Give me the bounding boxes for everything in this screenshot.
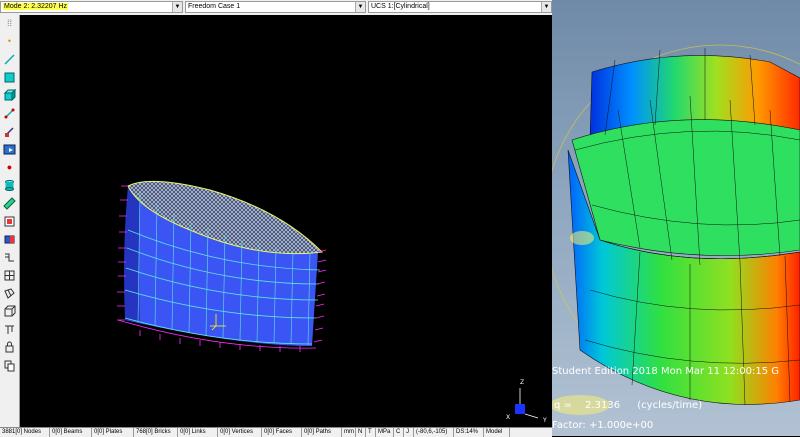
beam-arrow-icon[interactable] bbox=[3, 125, 16, 138]
axis-x-label: X bbox=[506, 414, 511, 421]
node-lock-icon[interactable] bbox=[3, 341, 16, 354]
frequency-unit: (cycles/time) bbox=[637, 400, 703, 411]
restraint-icon[interactable] bbox=[3, 233, 16, 246]
subdivide-icon[interactable] bbox=[3, 251, 16, 264]
tools-icon[interactable] bbox=[3, 323, 16, 336]
frequency-value: 2.3136 bbox=[585, 400, 621, 411]
result-selector-bar: Mode 2: 2.32207 Hz ▼ Freedom Case 1 ▼ UC… bbox=[0, 0, 552, 16]
chevron-down-icon[interactable]: ▼ bbox=[355, 2, 365, 12]
grid-frame-icon[interactable] bbox=[3, 269, 16, 282]
axis-triad-box bbox=[515, 404, 525, 414]
attribute-icon[interactable] bbox=[3, 143, 16, 156]
chevron-down-icon[interactable]: ▼ bbox=[541, 2, 551, 12]
copy-icon[interactable] bbox=[3, 359, 16, 372]
ucs-value: UCS 1:[Cylindrical] bbox=[371, 3, 430, 10]
freedom-case-value: Freedom Case 1 bbox=[188, 3, 241, 10]
strand7-window: Mode 2: 2.32207 Hz ▼ Freedom Case 1 ▼ UC… bbox=[0, 0, 552, 437]
axis-z-label: Z bbox=[520, 379, 525, 386]
node-icon[interactable]: ● bbox=[3, 161, 16, 174]
load-icon[interactable] bbox=[3, 215, 16, 228]
axis-y-label: Y bbox=[543, 417, 547, 424]
plate-icon[interactable] bbox=[3, 71, 16, 84]
mode-dropdown-value: Mode 2: 2.32207 Hz bbox=[3, 3, 69, 10]
model-viewport[interactable]: Z X Y bbox=[20, 15, 552, 427]
solid-mesh-icon[interactable] bbox=[3, 305, 16, 318]
line-icon[interactable] bbox=[3, 53, 16, 66]
chevron-down-icon[interactable]: ▼ bbox=[172, 2, 182, 12]
abaqus-viewport: Student Edition 2018 Mon Mar 11 12:00:15… bbox=[552, 0, 800, 436]
point-icon[interactable]: • bbox=[3, 35, 16, 48]
brick-icon[interactable] bbox=[3, 88, 17, 102]
freedom-case-dropdown[interactable]: Freedom Case 1 ▼ bbox=[185, 1, 366, 13]
frequency-readout: q = 2.3136 (cycles/time) bbox=[554, 400, 702, 411]
deformation-factor: Factor: +1.000e+00 bbox=[552, 420, 654, 431]
mode-dropdown[interactable]: Mode 2: 2.32207 Hz ▼ bbox=[0, 1, 183, 13]
link-icon[interactable] bbox=[3, 107, 16, 120]
ruler-icon[interactable] bbox=[3, 197, 16, 210]
cylinder-icon[interactable] bbox=[3, 179, 16, 192]
tool-palette: ⁞⁞ • ● bbox=[0, 15, 20, 427]
ucs-dropdown[interactable]: UCS 1:[Cylindrical] ▼ bbox=[368, 1, 552, 13]
edition-info: Student Edition 2018 Mon Mar 11 12:00:15… bbox=[552, 366, 780, 377]
grid-icon[interactable]: ⁞⁞ bbox=[3, 17, 16, 30]
frequency-label: q = bbox=[554, 400, 572, 411]
mesh-icon[interactable] bbox=[3, 287, 16, 300]
tank-mesh-graphic bbox=[117, 180, 539, 419]
